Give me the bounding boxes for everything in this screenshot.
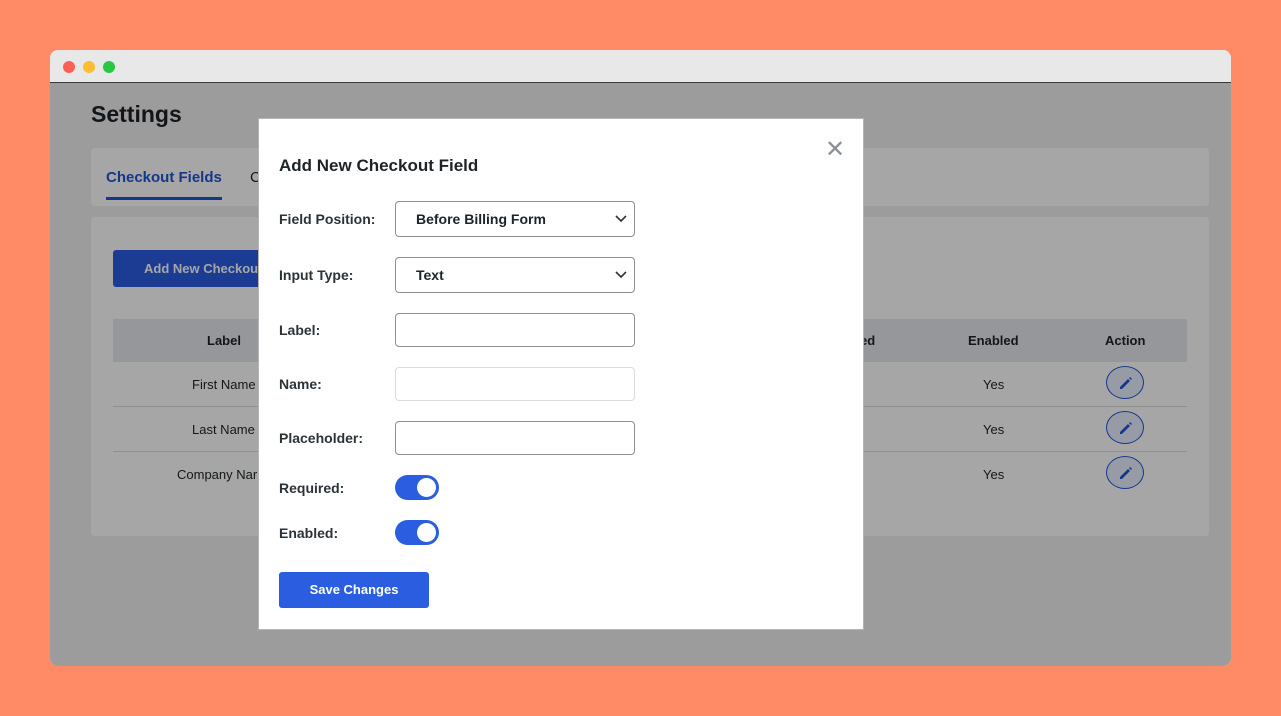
- field-position-select[interactable]: Before Billing Form: [395, 201, 635, 237]
- browser-window: Settings Checkout Fields C Add New Check…: [50, 50, 1231, 666]
- save-changes-button[interactable]: Save Changes: [279, 572, 429, 608]
- minimize-window-button[interactable]: [83, 61, 95, 73]
- label-field-label: Label:: [279, 322, 321, 338]
- enabled-label: Enabled:: [279, 525, 339, 541]
- input-type-value: Text: [416, 267, 444, 283]
- name-field-input[interactable]: [395, 367, 635, 401]
- label-field-input[interactable]: [395, 313, 635, 347]
- field-position-value: Before Billing Form: [416, 211, 546, 227]
- input-type-label: Input Type:: [279, 267, 354, 283]
- required-toggle[interactable]: [395, 475, 439, 500]
- placeholder-field-label: Placeholder:: [279, 430, 364, 446]
- close-icon[interactable]: ✕: [825, 138, 845, 162]
- input-type-select[interactable]: Text: [395, 257, 635, 293]
- name-field-label: Name:: [279, 376, 322, 392]
- maximize-window-button[interactable]: [103, 61, 115, 73]
- toggle-knob: [417, 523, 436, 542]
- add-field-modal: ✕ Add New Checkout Field Field Position:…: [258, 118, 864, 630]
- toggle-knob: [417, 478, 436, 497]
- enabled-toggle[interactable]: [395, 520, 439, 545]
- chevron-down-icon: [615, 215, 627, 223]
- window-titlebar: [50, 50, 1231, 83]
- placeholder-field-input[interactable]: [395, 421, 635, 455]
- chevron-down-icon: [615, 271, 627, 279]
- close-window-button[interactable]: [63, 61, 75, 73]
- modal-title: Add New Checkout Field: [279, 156, 479, 175]
- required-label: Required:: [279, 480, 345, 496]
- field-position-label: Field Position:: [279, 211, 376, 227]
